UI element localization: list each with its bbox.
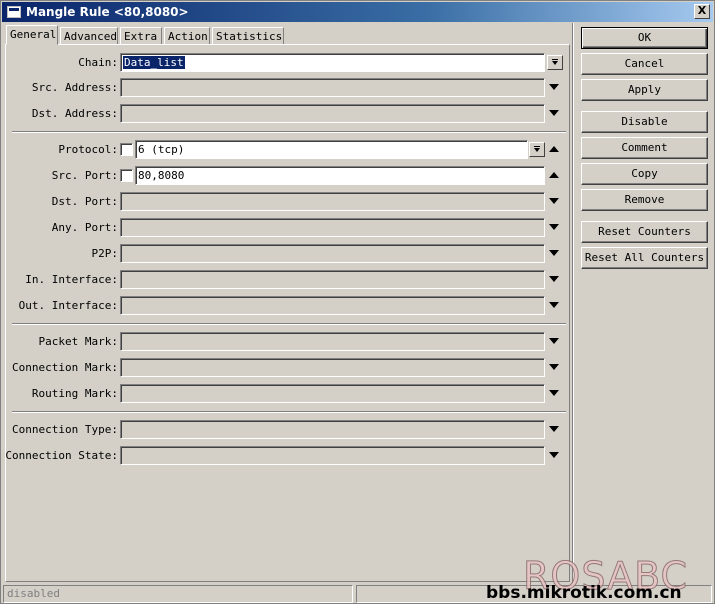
src-address-field[interactable] xyxy=(120,78,545,97)
comment-button[interactable]: Comment xyxy=(581,137,708,159)
packet-mark-row: Packet Mark: xyxy=(6,332,571,352)
p2p-field[interactable] xyxy=(120,244,545,263)
any-port-field[interactable] xyxy=(120,218,545,237)
dst-address-label: Dst. Address: xyxy=(31,107,118,120)
routing-mark-row: Routing Mark: xyxy=(6,384,571,404)
remove-button[interactable]: Remove xyxy=(581,189,708,211)
separator xyxy=(12,131,566,133)
tab-statistics[interactable]: Statistics xyxy=(212,27,284,45)
dst-address-triangle-down-icon[interactable] xyxy=(549,110,559,116)
p2p-triangle-down-icon[interactable] xyxy=(549,250,559,256)
copy-button[interactable]: Copy xyxy=(581,163,708,185)
mangle-rule-window: Mangle Rule <80,8080> X General Advanced… xyxy=(0,0,715,604)
dst-port-triangle-down-icon[interactable] xyxy=(549,198,559,204)
src-port-triangle-up-icon[interactable] xyxy=(549,172,559,178)
packet-mark-field[interactable] xyxy=(120,332,545,351)
packet-mark-label: Packet Mark: xyxy=(38,335,118,348)
cancel-button[interactable]: Cancel xyxy=(581,53,708,75)
connection-type-label: Connection Type: xyxy=(12,423,118,436)
dst-address-field[interactable] xyxy=(120,104,545,123)
protocol-label: Protocol: xyxy=(58,143,118,156)
disable-button[interactable]: Disable xyxy=(581,111,708,133)
dst-port-label: Dst. Port: xyxy=(51,195,118,208)
reset-counters-button[interactable]: Reset Counters xyxy=(581,221,708,243)
chain-dropdown-icon[interactable] xyxy=(547,55,563,70)
in-interface-field[interactable] xyxy=(120,270,545,289)
connection-state-field[interactable] xyxy=(120,446,545,465)
protocol-triangle-up-icon[interactable] xyxy=(549,146,559,152)
tab-general[interactable]: General xyxy=(6,25,58,45)
chain-label: Chain: xyxy=(78,56,118,69)
any-port-triangle-down-icon[interactable] xyxy=(549,224,559,230)
reset-all-counters-button[interactable]: Reset All Counters xyxy=(581,247,708,269)
protocol-row: Protocol: 6 (tcp) xyxy=(6,140,571,160)
separator xyxy=(12,411,566,413)
src-port-value: 80,8080 xyxy=(138,169,185,182)
connection-type-row: Connection Type: xyxy=(6,420,571,440)
protocol-value: 6 (tcp) xyxy=(138,143,185,156)
in-interface-row: In. Interface: xyxy=(6,270,571,290)
src-address-row: Src. Address: xyxy=(6,78,571,98)
src-address-label: Src. Address: xyxy=(31,81,118,94)
connection-state-triangle-down-icon[interactable] xyxy=(549,452,559,458)
src-port-row: Src. Port: 80,8080 xyxy=(6,166,571,186)
chain-value: Data_list xyxy=(123,56,185,69)
protocol-dropdown-icon[interactable] xyxy=(529,142,545,157)
p2p-label: P2P: xyxy=(91,247,119,260)
dst-port-field[interactable] xyxy=(120,192,545,211)
src-address-triangle-down-icon[interactable] xyxy=(549,84,559,90)
src-port-label: Src. Port: xyxy=(51,169,118,182)
tab-action[interactable]: Action xyxy=(164,27,210,45)
src-port-field[interactable]: 80,8080 xyxy=(135,166,545,185)
connection-state-label: Connection State: xyxy=(5,449,118,462)
connection-type-triangle-down-icon[interactable] xyxy=(549,426,559,432)
connection-state-row: Connection State: xyxy=(5,446,571,466)
connection-mark-triangle-down-icon[interactable] xyxy=(549,364,559,370)
apply-button[interactable]: Apply xyxy=(581,79,708,101)
connection-mark-label: Connection Mark: xyxy=(12,361,118,374)
src-port-negate-checkbox[interactable] xyxy=(120,169,133,182)
tab-advanced[interactable]: Advanced xyxy=(60,27,118,45)
connection-mark-row: Connection Mark: xyxy=(6,358,571,378)
connection-mark-field[interactable] xyxy=(120,358,545,377)
any-port-row: Any. Port: xyxy=(6,218,571,238)
title-bar[interactable]: Mangle Rule <80,8080> X xyxy=(2,2,713,22)
close-icon: X xyxy=(697,4,707,17)
connection-type-field[interactable] xyxy=(120,420,545,439)
routing-mark-label: Routing Mark: xyxy=(31,387,118,400)
close-button[interactable]: X xyxy=(694,4,710,19)
chain-row: Chain: Data_list xyxy=(6,53,571,73)
routing-mark-triangle-down-icon[interactable] xyxy=(549,390,559,396)
in-interface-triangle-down-icon[interactable] xyxy=(549,276,559,282)
tab-extra[interactable]: Extra xyxy=(120,27,162,45)
out-interface-label: Out. Interface: xyxy=(18,299,118,312)
any-port-label: Any. Port: xyxy=(51,221,118,234)
general-tab-panel: Chain: Data_list Src. Address: Dst. Addr… xyxy=(5,44,570,582)
routing-mark-field[interactable] xyxy=(120,384,545,403)
watermark-url: bbs.mikrotik.com.cn xyxy=(486,583,682,603)
out-interface-triangle-down-icon[interactable] xyxy=(549,302,559,308)
ok-button[interactable]: OK xyxy=(581,27,708,49)
separator xyxy=(12,323,566,325)
panel-divider xyxy=(572,23,574,583)
protocol-field[interactable]: 6 (tcp) xyxy=(135,140,528,159)
in-interface-label: In. Interface: xyxy=(25,273,118,286)
window-icon xyxy=(7,6,21,18)
protocol-negate-checkbox[interactable] xyxy=(120,143,133,156)
chain-field[interactable]: Data_list xyxy=(120,53,545,72)
out-interface-field[interactable] xyxy=(120,296,545,315)
dst-port-row: Dst. Port: xyxy=(6,192,571,212)
status-disabled: disabled xyxy=(3,585,353,603)
window-title: Mangle Rule <80,8080> xyxy=(26,5,189,19)
dst-address-row: Dst. Address: xyxy=(6,104,571,124)
out-interface-row: Out. Interface: xyxy=(6,296,571,316)
packet-mark-triangle-down-icon[interactable] xyxy=(549,338,559,344)
p2p-row: P2P: xyxy=(6,244,571,264)
